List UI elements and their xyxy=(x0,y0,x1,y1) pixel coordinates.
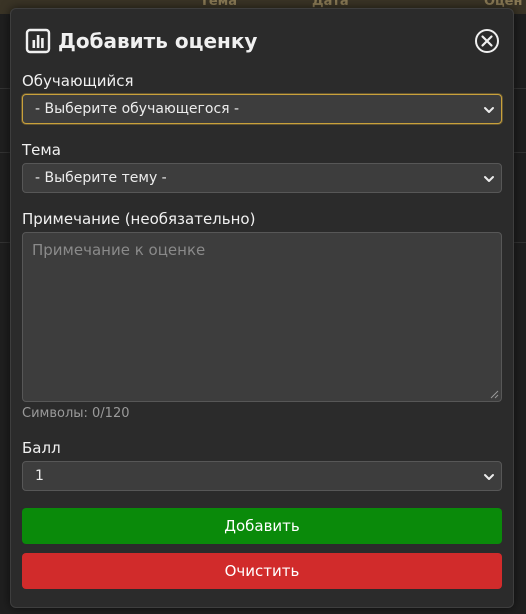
note-label: Примечание (необязательно) xyxy=(22,210,256,228)
topic-label: Тема xyxy=(22,141,61,159)
modal-header: Добавить оценку xyxy=(23,27,503,57)
resize-handle-icon[interactable] xyxy=(490,390,499,399)
chevron-down-icon xyxy=(484,176,494,182)
score-label: Балл xyxy=(22,439,61,457)
char-counter: Символы: 0/120 xyxy=(22,406,130,421)
chevron-down-icon xyxy=(484,107,494,113)
close-icon[interactable] xyxy=(474,28,500,54)
student-label: Обучающийся xyxy=(22,72,134,90)
clear-button[interactable]: Очистить xyxy=(22,553,502,589)
score-select[interactable]: 1 xyxy=(22,461,502,491)
student-select-value: - Выберите обучающегося - xyxy=(35,101,240,117)
student-select[interactable]: - Выберите обучающегося - xyxy=(22,94,502,124)
add-button[interactable]: Добавить xyxy=(22,508,502,544)
bar-chart-icon xyxy=(25,28,51,54)
note-textarea[interactable]: Примечание к оценке xyxy=(22,232,502,402)
chevron-down-icon xyxy=(484,474,494,480)
topic-select-value: - Выберите тему - xyxy=(35,170,167,186)
modal-title: Добавить оценку xyxy=(58,29,258,53)
score-select-value: 1 xyxy=(35,468,44,484)
add-grade-modal: Добавить оценку Обучающийся - Выберите о… xyxy=(10,8,514,608)
topic-select[interactable]: - Выберите тему - xyxy=(22,163,502,193)
note-placeholder: Примечание к оценке xyxy=(32,241,206,259)
